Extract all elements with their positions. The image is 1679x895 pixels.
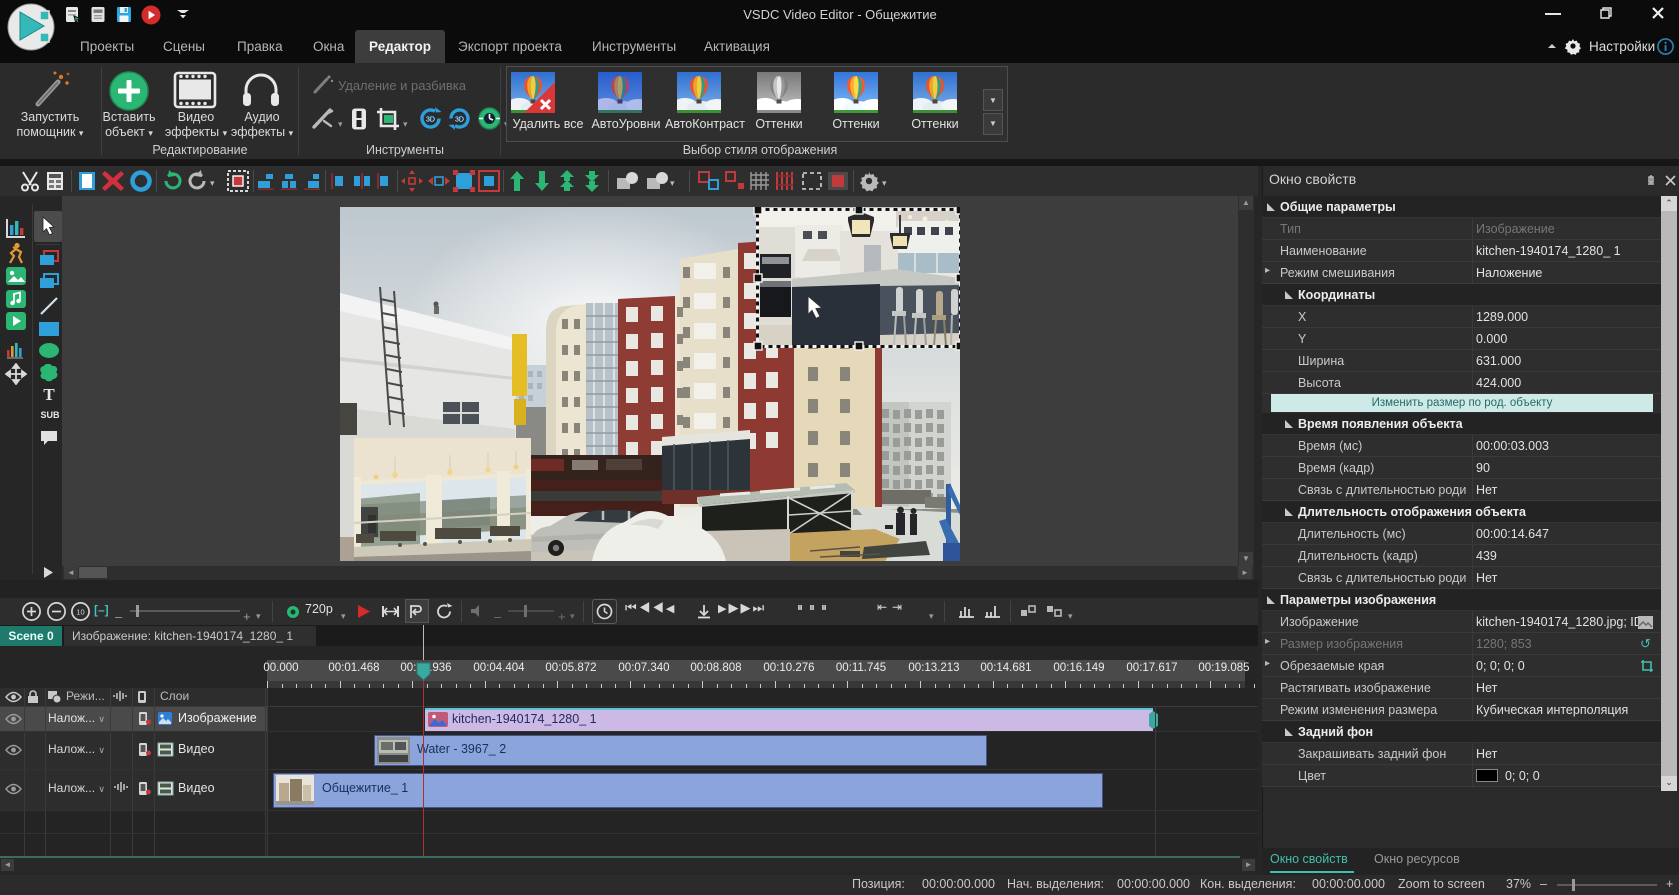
svg-text:10: 10	[76, 608, 84, 617]
svg-text:3D: 3D	[426, 117, 435, 124]
svg-text:3D: 3D	[455, 117, 464, 124]
